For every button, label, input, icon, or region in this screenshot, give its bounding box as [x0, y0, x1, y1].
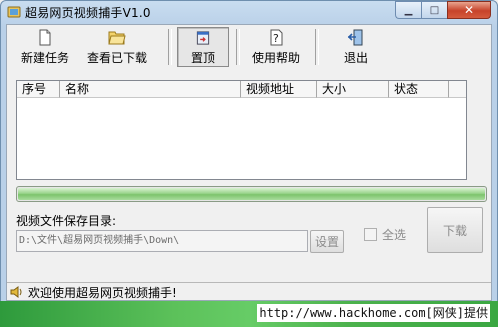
toolbar-separator	[168, 29, 172, 65]
main-window: 超易网页视频捕手V1.0 ▁ □ ✕ 新建任务 查看已下载 置顶 ? 使用帮助 …	[0, 0, 498, 327]
pin-on-top-button[interactable]: 置顶	[177, 27, 229, 67]
pin-on-top-label: 置顶	[190, 51, 215, 65]
help-document-icon: ?	[270, 29, 283, 46]
minimize-icon: ▁	[404, 4, 413, 16]
status-message: 欢迎使用超易网页视频捕手!	[28, 285, 177, 300]
caption-buttons: ▁ □ ✕	[395, 1, 491, 20]
column-header-index[interactable]: 序号	[17, 81, 60, 98]
exit-door-icon	[347, 29, 363, 46]
toolbar-separator	[315, 29, 319, 65]
watermark-banner: http://www.hackhome.com[网侠]提供	[0, 301, 498, 327]
column-header-size[interactable]: 大小	[317, 81, 389, 98]
close-icon: ✕	[463, 3, 475, 17]
exit-label: 退出	[343, 51, 368, 65]
speaker-icon	[10, 286, 22, 298]
column-header-status[interactable]: 状态	[389, 81, 449, 98]
download-button[interactable]: 下载	[427, 207, 483, 253]
new-task-button[interactable]: 新建任务	[17, 27, 73, 67]
watermark-text: http://www.hackhome.com[网侠]提供	[257, 304, 490, 322]
help-button[interactable]: ? 使用帮助	[247, 27, 305, 67]
column-header-filler	[449, 81, 466, 98]
select-all-label: 全选	[382, 228, 407, 242]
column-header-video-url[interactable]: 视频地址	[241, 81, 317, 98]
toolbar: 新建任务 查看已下载 置顶 ? 使用帮助 退出	[7, 25, 491, 69]
minimize-button[interactable]: ▁	[395, 1, 421, 19]
maximize-button[interactable]: □	[421, 1, 447, 19]
folder-open-icon	[108, 31, 126, 45]
maximize-icon: □	[429, 4, 440, 16]
view-downloaded-label: 查看已下载	[86, 51, 147, 65]
close-button[interactable]: ✕	[447, 1, 491, 19]
task-list[interactable]: 序号 名称 视频地址 大小 状态	[16, 80, 467, 180]
svg-text:?: ?	[273, 32, 279, 45]
save-dir-field[interactable]: D:\文件\超易网页视频捕手\Down\	[16, 230, 308, 252]
select-all-checkbox[interactable]: 全选	[364, 226, 406, 243]
status-bar: 欢迎使用超易网页视频捕手!	[7, 282, 491, 301]
new-task-label: 新建任务	[20, 51, 69, 65]
exit-button[interactable]: 退出	[337, 27, 375, 67]
view-downloaded-button[interactable]: 查看已下载	[83, 27, 151, 67]
task-list-header: 序号 名称 视频地址 大小 状态	[17, 81, 466, 98]
save-dir-label: 视频文件保存目录:	[16, 214, 117, 228]
title-bar[interactable]: 超易网页视频捕手V1.0 ▁ □ ✕	[1, 1, 497, 23]
client-area: 新建任务 查看已下载 置顶 ? 使用帮助 退出 序号 名称 视频地址 大小 状态…	[6, 24, 492, 301]
column-header-name[interactable]: 名称	[60, 81, 241, 98]
progress-fill	[18, 188, 485, 200]
toolbar-separator	[236, 29, 240, 65]
pin-on-top-icon	[196, 31, 210, 45]
help-label: 使用帮助	[251, 51, 300, 65]
app-icon	[7, 6, 21, 18]
set-dir-button[interactable]: 设置	[310, 230, 344, 253]
select-all-box[interactable]	[364, 228, 377, 241]
window-title: 超易网页视频捕手V1.0	[25, 6, 151, 20]
new-task-icon	[39, 29, 51, 46]
download-progress-bar	[16, 186, 487, 202]
